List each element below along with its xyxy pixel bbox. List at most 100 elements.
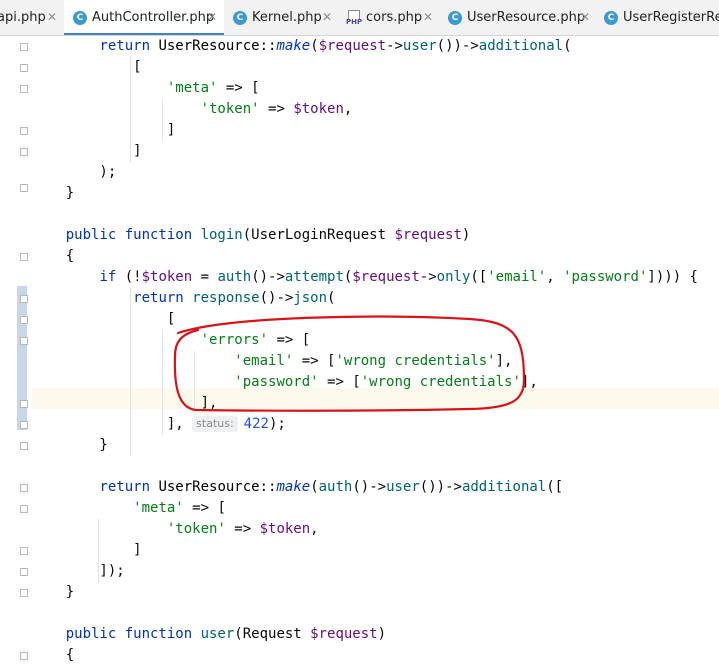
- close-icon[interactable]: ✕: [423, 10, 433, 24]
- code-editor[interactable]: return UserResource::make($request->user…: [0, 36, 719, 663]
- code-line[interactable]: 'password' => ['wrong credentials'],: [32, 372, 537, 393]
- code-token: ]: [32, 143, 142, 159]
- change-marker: [17, 286, 27, 430]
- fold-marker-icon[interactable]: [20, 589, 28, 597]
- code-line[interactable]: return UserResource::make($request->user…: [32, 36, 571, 57]
- fold-marker-icon[interactable]: [20, 43, 28, 51]
- code-line[interactable]: }: [32, 582, 74, 603]
- fold-marker-icon[interactable]: [20, 568, 28, 576]
- editor-tab-bar: api.php ✕ C AuthController.php ✕ C Kerne…: [0, 0, 719, 36]
- fold-marker-icon[interactable]: [20, 442, 28, 450]
- code-token: =: [192, 269, 218, 285]
- tab-label: UserResource.php: [467, 10, 586, 25]
- code-line[interactable]: }: [32, 435, 107, 456]
- code-line[interactable]: [: [32, 309, 175, 330]
- tab-auth-controller[interactable]: C AuthController.php ✕: [64, 0, 224, 35]
- code-line[interactable]: );: [32, 162, 116, 183]
- code-token: 'wrong credentials': [360, 374, 521, 390]
- code-token: ],: [32, 416, 193, 432]
- code-line[interactable]: }: [32, 183, 74, 204]
- tab-label: UserRegisterReq: [623, 10, 719, 25]
- code-line[interactable]: 'email' => ['wrong credentials'],: [32, 351, 512, 372]
- code-line[interactable]: ], status: 422);: [32, 414, 286, 435]
- code-token: => [: [217, 80, 260, 96]
- code-token: (: [327, 290, 336, 306]
- fold-marker-icon[interactable]: [20, 652, 28, 660]
- fold-marker-icon[interactable]: [20, 505, 28, 513]
- code-token: user: [402, 38, 437, 54]
- code-line[interactable]: if (!$token = auth()->attempt($request->…: [32, 267, 698, 288]
- code-line[interactable]: ]: [32, 120, 175, 141]
- code-line[interactable]: return response()->json(: [32, 288, 335, 309]
- fold-marker-icon[interactable]: [20, 184, 28, 192]
- code-token: 'token': [200, 101, 260, 117]
- close-icon[interactable]: ✕: [580, 10, 590, 24]
- code-token: ]);: [32, 563, 125, 579]
- code-token: ())->: [436, 38, 479, 54]
- code-line[interactable]: [: [32, 57, 141, 78]
- code-token: public function: [65, 626, 201, 642]
- code-line[interactable]: 'meta' => [: [32, 78, 260, 99]
- code-line[interactable]: ]: [32, 141, 142, 162]
- code-token: => [: [268, 332, 311, 348]
- fold-marker-icon[interactable]: [20, 316, 28, 324]
- code-token: if: [99, 269, 125, 285]
- code-token: =>: [225, 521, 260, 537]
- php-class-icon: C: [604, 11, 618, 25]
- fold-marker-icon[interactable]: [20, 484, 28, 492]
- fold-marker-icon[interactable]: [20, 85, 28, 93]
- code-line[interactable]: {: [32, 645, 74, 666]
- tab-kernel-php[interactable]: C Kernel.php ✕: [224, 0, 338, 35]
- fold-marker-icon[interactable]: [20, 547, 28, 555]
- code-line[interactable]: {: [32, 246, 74, 267]
- fold-marker-icon[interactable]: [20, 295, 28, 303]
- fold-marker-icon[interactable]: [20, 127, 28, 135]
- code-token: 'password': [234, 374, 319, 390]
- code-token: make: [276, 38, 311, 54]
- close-icon[interactable]: ✕: [322, 10, 332, 24]
- code-lines: return UserResource::make($request->user…: [32, 36, 719, 663]
- editor-gutter: [0, 36, 32, 660]
- tab-user-register-request[interactable]: C UserRegisterReq: [596, 0, 719, 35]
- code-line[interactable]: 'meta' => [: [32, 498, 226, 519]
- fold-marker-icon[interactable]: [20, 400, 28, 408]
- code-token: ]: [32, 122, 176, 138]
- code-line[interactable]: ]);: [32, 561, 125, 582]
- fold-marker-icon[interactable]: [20, 421, 28, 429]
- tab-api-php[interactable]: api.php ✕: [0, 0, 64, 35]
- code-line[interactable]: 'token' => $token,: [32, 519, 319, 540]
- close-icon[interactable]: ✕: [207, 10, 217, 24]
- code-token: );: [32, 164, 117, 180]
- code-line[interactable]: ],: [32, 393, 218, 414]
- code-line[interactable]: return UserResource::make(auth()->user()…: [32, 477, 563, 498]
- tab-user-resource[interactable]: C UserResource.php ✕: [440, 0, 596, 35]
- code-line[interactable]: 'token' => $token,: [32, 99, 353, 120]
- code-token: (UserLoginRequest: [242, 227, 395, 243]
- close-icon[interactable]: ✕: [47, 10, 57, 24]
- code-token: public function: [65, 227, 201, 243]
- tab-label: api.php: [0, 10, 46, 25]
- code-token: ]: [32, 542, 142, 558]
- code-token: => [: [293, 353, 336, 369]
- code-line[interactable]: ]: [32, 540, 142, 561]
- fold-marker-icon[interactable]: [20, 64, 28, 72]
- tab-label: AuthController.php: [92, 10, 215, 25]
- fold-marker-icon[interactable]: [20, 148, 28, 156]
- tab-cors-php[interactable]: PHP cors.php ✕: [338, 0, 440, 35]
- code-token: make: [276, 479, 311, 495]
- code-line[interactable]: public function user(Request $request): [32, 624, 386, 645]
- code-token: ([: [470, 269, 488, 285]
- fold-marker-icon[interactable]: [20, 253, 28, 261]
- code-line[interactable]: public function login(UserLoginRequest $…: [32, 225, 471, 246]
- code-token: auth: [217, 269, 252, 285]
- code-token: json: [293, 290, 328, 306]
- code-token: return: [99, 38, 159, 54]
- fold-marker-icon[interactable]: [20, 337, 28, 345]
- code-line[interactable]: 'errors' => [: [32, 330, 311, 351]
